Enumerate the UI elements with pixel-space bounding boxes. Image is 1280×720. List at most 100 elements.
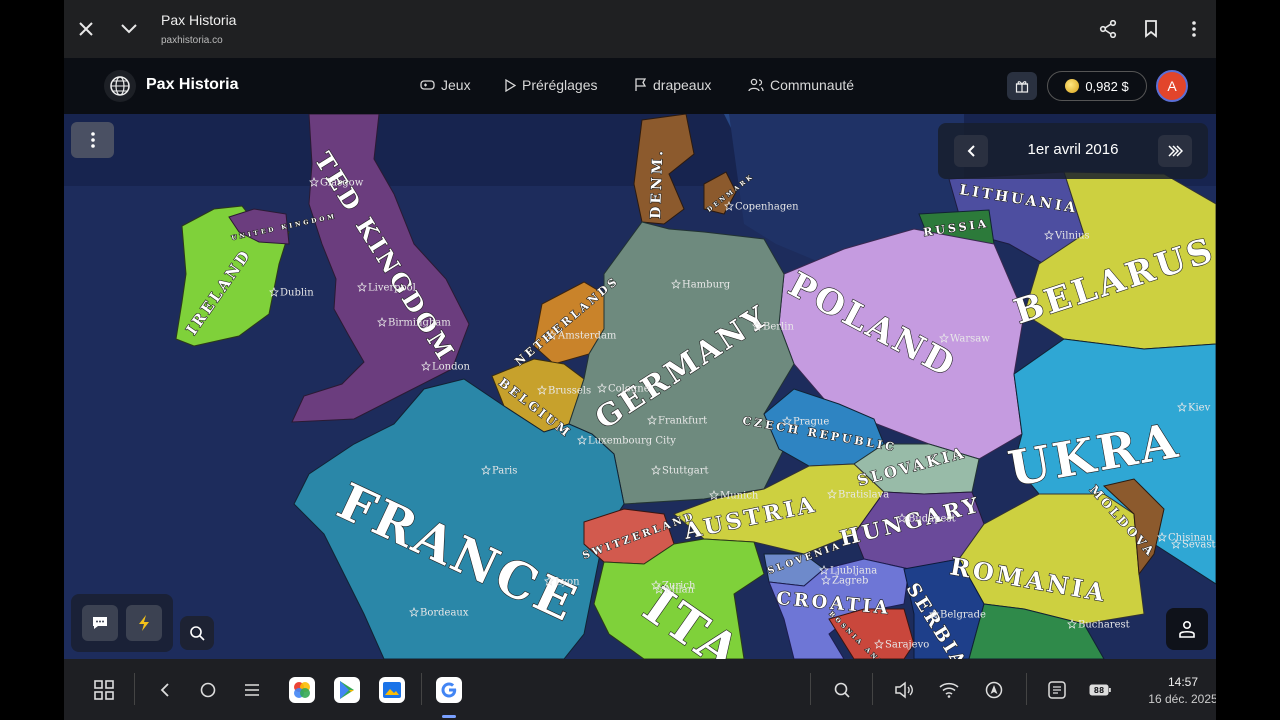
gallery-icon (383, 682, 401, 698)
lightning-icon (139, 615, 149, 631)
gift-button[interactable] (1007, 72, 1037, 100)
actions-button[interactable] (126, 605, 162, 641)
more-vertical-icon (90, 132, 95, 148)
chevron-down-icon (121, 24, 137, 34)
chat-button[interactable] (82, 605, 118, 641)
city-label: Bordeaux (420, 608, 469, 619)
taskbar-divider (872, 673, 873, 705)
city-label: Bratislava (838, 490, 889, 501)
play-icon (505, 78, 516, 92)
share-button[interactable] (1089, 10, 1127, 48)
google-icon (441, 682, 457, 698)
city-label: Milan (665, 585, 695, 596)
bookmark-button[interactable] (1132, 10, 1170, 48)
browser-toolbar: Pax Historia paxhistoria.co (64, 0, 1216, 58)
city-label: Brussels (548, 386, 591, 397)
date-previous-button[interactable] (954, 135, 988, 167)
date-advance-button[interactable] (1158, 135, 1192, 167)
city-label: Stuttgart (662, 466, 709, 477)
globe-icon (110, 76, 130, 96)
player-button[interactable] (1166, 608, 1208, 650)
balance-amount: 0,982 $ (1085, 78, 1129, 94)
share-icon (1099, 20, 1117, 38)
fast-forward-icon (1168, 145, 1183, 157)
avatar[interactable]: A (1156, 70, 1188, 102)
city-label: Kiev (1188, 403, 1211, 414)
battery-icon: 88 (1089, 684, 1111, 696)
nav-communaute[interactable]: Communauté (748, 77, 854, 93)
coin-icon (1065, 79, 1080, 93)
search-icon (834, 682, 850, 698)
play-store-icon (340, 681, 354, 699)
home-circle-icon (200, 682, 216, 698)
nav-jeux[interactable]: Jeux (420, 77, 471, 93)
label-denmark: DENM. (648, 148, 666, 219)
city-label: Luxembourg City (588, 436, 676, 447)
bookmark-icon (1145, 20, 1157, 38)
home-button[interactable] (195, 677, 221, 703)
taskbar-divider (810, 673, 811, 705)
person-icon (1179, 620, 1195, 638)
volume-button[interactable] (891, 677, 917, 703)
balance-pill[interactable]: 0,982 $ (1047, 71, 1147, 101)
taskbar-divider (134, 673, 135, 705)
city-label: Liverpool (368, 283, 416, 294)
site-name[interactable]: Pax Historia (146, 76, 238, 94)
city-label: Zagreb (832, 576, 868, 587)
nav-drapeaux[interactable]: drapeaux (634, 77, 711, 93)
close-icon (79, 22, 93, 36)
app-drawer-button[interactable] (91, 677, 117, 703)
minimize-button[interactable] (110, 10, 148, 48)
nav-communaute-label: Communauté (770, 77, 855, 93)
system-search-button[interactable] (829, 677, 855, 703)
city-label: Frankfurt (658, 416, 707, 427)
gamepad-icon (420, 80, 435, 90)
close-tab-button[interactable] (67, 10, 105, 48)
screen: Pax Historia paxhistoria.co Pax Historia… (64, 0, 1216, 720)
world-map[interactable]: .lbl { font-family:"DejaVu Serif", serif… (64, 114, 1216, 659)
current-date: 1er avril 2016 (1027, 141, 1119, 158)
city-label: Cologne (608, 384, 650, 395)
city-label: London (432, 362, 471, 373)
site-logo[interactable] (104, 70, 136, 102)
city-label: Munich (720, 491, 759, 502)
nav-drapeaux-label: drapeaux (653, 77, 712, 93)
notification-list-icon (1048, 681, 1066, 699)
menu-icon (245, 684, 259, 696)
more-vertical-icon (1192, 21, 1196, 37)
city-label: Belgrade (940, 610, 986, 621)
city-label: Sarajevo (885, 640, 929, 651)
nav-prereglages[interactable]: Préréglages (504, 77, 598, 93)
location-button[interactable] (981, 677, 1007, 703)
more-menu-button[interactable] (1175, 10, 1213, 48)
city-label: Lyon (555, 577, 580, 588)
city-label: Bucharest (1078, 620, 1130, 631)
wifi-button[interactable] (936, 677, 962, 703)
back-icon (160, 683, 169, 697)
nav-prereglages-label: Préréglages (522, 77, 598, 93)
app-play-store[interactable] (334, 677, 360, 703)
taskbar: 88 14:57 16 déc. 2025 (64, 659, 1216, 720)
notifications-button[interactable] (1044, 677, 1070, 703)
city-label: Paris (492, 466, 517, 477)
city-label: Vilnius (1054, 231, 1090, 242)
taskbar-divider (1026, 673, 1027, 705)
map-menu-button[interactable] (71, 122, 114, 158)
nav-jeux-label: Jeux (441, 77, 471, 93)
city-label: Hamburg (682, 280, 731, 291)
volume-icon (895, 681, 913, 699)
chevron-left-icon (967, 145, 975, 157)
page-url: paxhistoria.co (161, 35, 223, 46)
battery-indicator[interactable]: 88 (1089, 677, 1111, 703)
city-label: Prague (793, 417, 829, 428)
city-label: Birmingham (388, 318, 451, 329)
city-label: Warsaw (950, 334, 990, 345)
back-button[interactable] (152, 677, 178, 703)
recents-button[interactable] (239, 677, 265, 703)
app-gallery[interactable] (379, 677, 405, 703)
app-photos[interactable] (289, 677, 315, 703)
date-controls: 1er avril 2016 (938, 123, 1208, 179)
action-panel (71, 594, 173, 652)
map-search-button[interactable] (180, 616, 214, 650)
app-chrome[interactable] (436, 677, 462, 703)
